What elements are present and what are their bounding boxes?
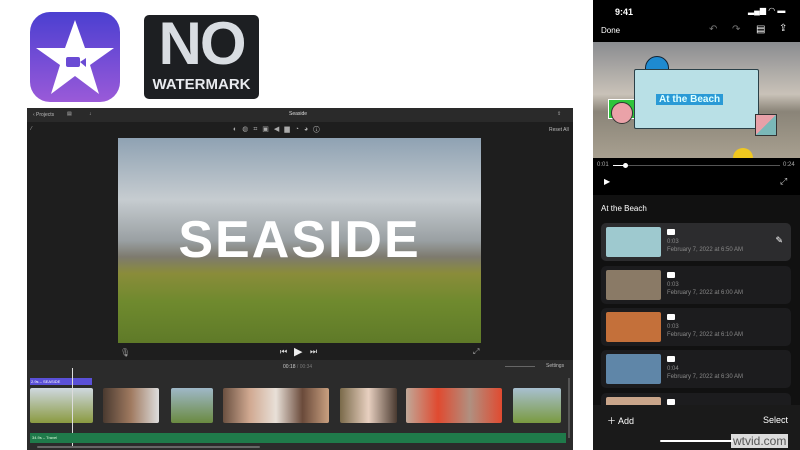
badge-no: NO <box>158 10 247 77</box>
add-title-card-icon[interactable]: ▤ <box>756 24 765 35</box>
import-icon[interactable]: ↓ <box>89 111 92 117</box>
media-browser-icon[interactable]: ▤ <box>67 111 72 117</box>
fullscreen-icon[interactable]: ⤢ <box>473 347 479 357</box>
imovie-app-icon <box>30 12 120 102</box>
share-icon[interactable]: ⇪ <box>779 23 787 34</box>
no-watermark-badge: NO WATERMARK <box>144 10 259 99</box>
imovie-iphone-screen: 9:41 ▂▄▆ ◠ ▬ Done ↶ ↷ ▤ ⇪ At the Beach 0… <box>593 0 800 450</box>
clip-1[interactable] <box>30 388 93 423</box>
done-button[interactable]: Done <box>601 26 620 35</box>
time-current: 00:18 <box>283 364 296 370</box>
clip-date: February 7, 2022 at 6:50 AM <box>667 247 744 253</box>
viewer-title-text: SEASIDE <box>178 211 421 269</box>
clip-3[interactable] <box>171 388 213 423</box>
imovie-mac-window: ‹ Projects ▤ ↓ Seaside ⇪ ⁄ ◐◍⌗▣◀▆◔◕ⓘ Res… <box>27 108 573 450</box>
time-total: 00:34 <box>299 364 313 370</box>
share-icon[interactable]: ⇪ <box>557 111 561 117</box>
clip-6[interactable] <box>406 388 502 423</box>
timeline[interactable]: 00:18 / 00:34 Settings 2.9s – SEASIDE 34… <box>27 360 573 450</box>
adjustment-toolbar[interactable]: ◐◍⌗▣◀▆◔◕ⓘ <box>233 125 325 134</box>
skip-back-icon[interactable]: ⏮ <box>280 347 287 357</box>
play-icon[interactable]: ▶ <box>604 177 610 186</box>
magic-wand-icon[interactable]: ⁄ <box>31 126 32 132</box>
settings-button[interactable]: Settings <box>546 363 564 369</box>
scrub-end: 0:24 <box>783 162 795 168</box>
play-icon[interactable]: ▶ <box>294 345 302 358</box>
title-clip[interactable]: 2.9s – SEASIDE <box>30 378 92 385</box>
vertical-scrollbar[interactable] <box>568 378 570 438</box>
clip-7[interactable] <box>513 388 561 423</box>
title-card[interactable]: At the Beach <box>634 69 759 129</box>
home-indicator <box>660 440 733 442</box>
clip-thumbnail <box>606 227 661 257</box>
pink-circle-sticker <box>611 102 633 124</box>
video-camera-icon <box>667 314 675 320</box>
video-camera-icon <box>667 229 675 235</box>
clip-duration: 0:04 <box>667 366 679 372</box>
info-icon[interactable]: ⓘ <box>313 126 325 133</box>
clip-thumbnail <box>606 312 661 342</box>
clip-list-item[interactable]: 0:03 February 7, 2022 at 6:50 AM ✎ <box>601 223 791 261</box>
speed-icon[interactable]: ◔ <box>295 126 304 133</box>
reset-all-button[interactable]: Reset All <box>549 127 569 133</box>
video-camera-icon <box>667 356 675 362</box>
clip-duration: 0:03 <box>667 282 679 288</box>
clip-5[interactable] <box>340 388 397 423</box>
zoom-slider[interactable] <box>505 366 535 367</box>
volume-icon[interactable]: ◀ <box>274 126 284 133</box>
clip-4[interactable] <box>223 388 329 423</box>
crop-icon[interactable]: ⌗ <box>253 126 262 133</box>
undo-icon[interactable]: ↶ <box>709 24 717 35</box>
badge-watermark: WATERMARK <box>152 76 251 93</box>
video-camera-icon <box>667 272 675 278</box>
watermark-text: wtvid.com <box>731 434 789 448</box>
add-button[interactable]: ＋ Add <box>607 414 634 427</box>
microphone-icon[interactable]: 🎙 <box>120 348 130 357</box>
scrubber-thumb[interactable] <box>623 163 628 168</box>
color-balance-icon[interactable]: ◐ <box>233 126 242 133</box>
clip-list-item[interactable]: 0:03 February 7, 2022 at 6:00 AM <box>601 266 791 304</box>
redo-icon[interactable]: ↷ <box>732 24 740 35</box>
video-viewer: SEASIDE <box>118 138 481 343</box>
add-label: Add <box>618 416 635 426</box>
clip-list-item[interactable]: 0:03 February 7, 2022 at 6:10 AM <box>601 308 791 346</box>
color-correction-icon[interactable]: ◍ <box>242 126 253 133</box>
projects-back-button[interactable]: ‹ Projects <box>33 112 54 118</box>
clip-date: February 7, 2022 at 6:30 AM <box>667 374 744 380</box>
clip-duration: 0:03 <box>667 239 679 245</box>
scrubber[interactable] <box>613 163 780 168</box>
expand-icon[interactable]: ⤢ <box>780 176 787 187</box>
status-icons: ▂▄▆ ◠ ▬ <box>748 6 786 15</box>
audio-clip[interactable]: 34.9s – Travel <box>30 433 566 443</box>
horizontal-scrollbar[interactable] <box>37 446 260 448</box>
video-preview[interactable]: At the Beach <box>593 42 800 158</box>
clip-date: February 7, 2022 at 6:00 AM <box>667 290 744 296</box>
stabilization-icon[interactable]: ▣ <box>262 126 274 133</box>
clip-duration: 0:03 <box>667 324 679 330</box>
yellow-circle-sticker <box>733 148 753 158</box>
pink-square-sticker <box>755 114 777 136</box>
status-time: 9:41 <box>615 7 634 17</box>
overlay-title[interactable]: At the Beach <box>656 94 724 105</box>
clip-thumbnail <box>606 354 661 384</box>
time-separator: / <box>296 364 299 370</box>
skip-forward-icon[interactable]: ⏭ <box>310 347 317 357</box>
window-title: Seaside <box>289 111 308 117</box>
star-icon <box>36 20 114 94</box>
clip-2[interactable] <box>103 388 159 423</box>
filter-icon[interactable]: ◕ <box>304 126 313 133</box>
edit-pencil-icon[interactable]: ✎ <box>775 235 783 246</box>
select-button[interactable]: Select <box>763 415 788 425</box>
noise-eq-icon[interactable]: ▆ <box>284 126 294 133</box>
scrub-start: 0:01 <box>597 162 609 168</box>
clip-date: February 7, 2022 at 6:10 AM <box>667 332 744 338</box>
section-title: At the Beach <box>601 204 647 213</box>
clip-thumbnail <box>606 270 661 300</box>
clip-list-item[interactable]: 0:04 February 7, 2022 at 6:30 AM <box>601 350 791 388</box>
